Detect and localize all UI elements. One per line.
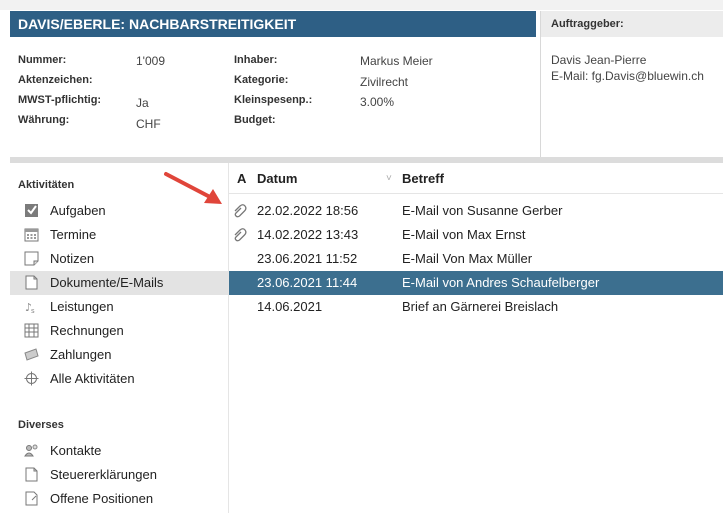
sidebar-item-label: Steuererklärungen (50, 467, 157, 482)
note-icon (24, 251, 39, 266)
sidebar-item-label: Leistungen (50, 299, 114, 314)
field-label: Inhaber: (234, 54, 278, 66)
column-header-attachment[interactable]: A (237, 171, 246, 186)
payment-icon (24, 348, 39, 361)
sidebar-item-label: Zahlungen (50, 347, 112, 362)
client-name: Davis Jean-Pierre (551, 53, 647, 67)
field-label: Nummer: (18, 54, 67, 66)
activities-section-title: Aktivitäten (18, 179, 75, 191)
window-top-edge (0, 0, 723, 10)
field-label: Kategorie: (234, 74, 289, 86)
open-items-icon (25, 491, 38, 506)
field-value: Ja (136, 96, 149, 110)
list-header: A Datum ˅ Betreff (229, 163, 723, 194)
services-icon: ♪s (25, 301, 35, 314)
sidebar-item-alle-aktivitaeten[interactable]: Alle Aktivitäten (10, 367, 228, 391)
document-icon (25, 275, 38, 290)
sidebar-item-label: Dokumente/E-Mails (50, 275, 164, 290)
cell-subject: E-Mail von Susanne Gerber (402, 203, 563, 218)
sidebar-item-label: Notizen (50, 251, 95, 266)
field-label: Währung: (18, 114, 70, 126)
sidebar-item-label: Termine (50, 227, 97, 242)
sidebar-item-leistungen[interactable]: ♪ s Leistungen (10, 295, 228, 319)
annotation-arrow-icon (164, 172, 222, 204)
contacts-icon (24, 444, 38, 457)
field-value: Zivilrecht (360, 75, 409, 89)
table-row-selected[interactable]: 23.06.2021 11:44 E-Mail von Andres Schau… (229, 271, 723, 295)
sidebar-item-label: Aufgaben (50, 203, 106, 218)
sidebar-item-label: Kontakte (50, 443, 102, 458)
sort-indicator-icon: ˅ (386, 173, 392, 184)
field-value: 3.00% (360, 95, 395, 109)
sidebar-item-notizen[interactable]: Notizen (10, 247, 228, 271)
misc-section-title: Diverses (18, 419, 64, 431)
paperclip-icon (234, 228, 247, 242)
column-header-subject[interactable]: Betreff (402, 171, 444, 186)
sidebar-item-termine[interactable]: Termine (10, 223, 228, 247)
cell-subject: Brief an Gärnerei Breislach (402, 299, 559, 314)
table-row[interactable]: 14.06.2021 Brief an Gärnerei Breislach (229, 295, 723, 319)
table-row[interactable]: 22.02.2022 18:56 E-Mail von Susanne Gerb… (229, 199, 723, 223)
client-email: E-Mail: fg.Davis@bluewin.ch (551, 69, 704, 83)
cell-date: 14.06.2021 (257, 299, 323, 314)
sidebar-item-label: Alle Aktivitäten (50, 371, 135, 386)
paperclip-icon (234, 204, 247, 218)
field-value: Markus Meier (360, 54, 433, 68)
sidebar-item-label: Rechnungen (50, 323, 124, 338)
invoice-icon (24, 323, 39, 338)
sidebar-item-zahlungen[interactable]: Zahlungen (10, 343, 228, 367)
column-header-date[interactable]: Datum (257, 171, 297, 186)
cell-subject: E-Mail Von Max Müller (402, 251, 533, 266)
sidebar-item-label: Offene Positionen (50, 491, 154, 506)
sidebar-item-rechnungen[interactable]: Rechnungen (10, 319, 228, 343)
client-panel: Auftraggeber: Davis Jean-Pierre E-Mail: … (540, 11, 723, 157)
field-value: CHF (136, 117, 161, 131)
table-row[interactable]: 14.02.2022 13:43 E-Mail von Max Ernst (229, 223, 723, 247)
calendar-icon (24, 228, 39, 242)
cell-date: 22.02.2022 18:56 (257, 203, 359, 218)
case-title: DAVIS/EBERLE: NACHBARSTREITIGKEIT (10, 11, 536, 37)
cell-subject: E-Mail von Andres Schaufelberger (402, 275, 600, 290)
cell-date: 14.02.2022 13:43 (257, 227, 359, 242)
sidebar-item-steuererklaerungen[interactable]: Steuererklärungen (10, 463, 228, 487)
cell-subject: E-Mail von Max Ernst (402, 227, 526, 242)
field-label: Budget: (234, 114, 276, 126)
document-list: A Datum ˅ Betreff 22.02.2022 18:56 E-Mai… (228, 163, 723, 513)
sidebar: Aktivitäten Aufgaben Termine Notizen Dok… (10, 163, 228, 513)
sidebar-item-offene-positionen[interactable]: Offene Positionen (10, 487, 228, 511)
table-row[interactable]: 23.06.2021 11:52 E-Mail Von Max Müller (229, 247, 723, 271)
field-label: Kleinspesenp.: (234, 94, 313, 106)
tax-icon (25, 467, 38, 482)
field-label: MWST-pflichtig: (18, 94, 102, 106)
sidebar-item-dokumente[interactable]: Dokumente/E-Mails (10, 271, 228, 295)
cell-date: 23.06.2021 11:52 (257, 251, 358, 266)
task-icon (25, 204, 38, 217)
cell-date: 23.06.2021 11:44 (257, 275, 358, 290)
field-label: Aktenzeichen: (18, 74, 93, 86)
sidebar-item-kontakte[interactable]: Kontakte (10, 439, 228, 463)
svg-text:s: s (31, 307, 35, 314)
field-value: 1'009 (136, 54, 165, 68)
all-activities-icon (24, 371, 39, 386)
case-info-panel: Nummer: 1'009 Aktenzeichen: MWST-pflicht… (10, 37, 536, 157)
client-label: Auftraggeber: (541, 11, 723, 37)
